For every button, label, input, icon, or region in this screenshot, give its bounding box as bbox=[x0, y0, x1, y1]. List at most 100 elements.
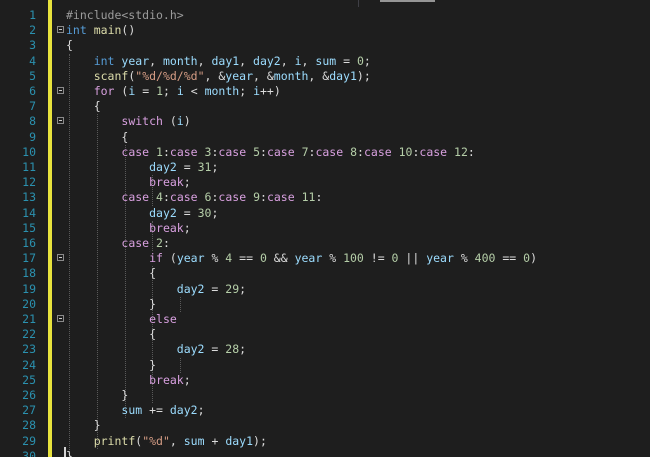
code-line[interactable]: 15 break; bbox=[0, 221, 650, 236]
collapse-toggle-icon[interactable] bbox=[57, 117, 64, 125]
code-token: day2 bbox=[176, 342, 205, 357]
code-line[interactable]: 18 { bbox=[0, 266, 650, 281]
code-line[interactable]: 3{ bbox=[0, 38, 650, 53]
code-token: , bbox=[149, 53, 163, 68]
code-line[interactable]: 27 sum += day2; bbox=[0, 403, 650, 418]
code-line[interactable]: 6 for (i = 1; i < month; i++) bbox=[0, 84, 650, 99]
line-number: 28 bbox=[22, 418, 36, 433]
line-number: 20 bbox=[22, 296, 36, 311]
code-line[interactable]: 5 scanf("%d/%d/%d", &year, &month, &day1… bbox=[0, 69, 650, 84]
code-line[interactable]: 22 { bbox=[0, 327, 650, 342]
code-token: day2 bbox=[176, 281, 205, 296]
line-number: 15 bbox=[22, 220, 36, 235]
code-line[interactable]: 16 case 2: bbox=[0, 236, 650, 251]
code-editor[interactable]: 1 #include<stdio.h> 2 int main() 3{4 int yea… bbox=[0, 0, 650, 457]
code-line[interactable]: 13 case 4:case 6:case 9:case 11: bbox=[0, 190, 650, 205]
code-token: else bbox=[149, 312, 177, 326]
code-token: #include<stdio.h> bbox=[66, 8, 184, 22]
line-number: 19 bbox=[22, 281, 36, 296]
code-token: ; bbox=[183, 220, 191, 235]
code-token: year bbox=[176, 251, 205, 266]
code-line[interactable]: 17 if (year % 4 == 0 && year % 100 != 0 … bbox=[0, 251, 650, 266]
code-token: case bbox=[419, 144, 448, 159]
code-token: 4 bbox=[156, 190, 163, 205]
collapse-toggle-icon[interactable] bbox=[57, 315, 64, 322]
code-text: int main() bbox=[66, 23, 135, 38]
code-text: switch (i) bbox=[66, 114, 190, 129]
code-line[interactable]: 25 break; bbox=[0, 373, 650, 388]
line-number: 21 bbox=[22, 312, 36, 326]
code-text: #include<stdio.h> bbox=[66, 8, 184, 23]
code-token: = bbox=[204, 342, 226, 357]
code-line[interactable]: 28 } bbox=[0, 418, 650, 433]
code-line[interactable]: 1 #include<stdio.h> bbox=[0, 8, 650, 23]
line-number: 9 bbox=[29, 129, 36, 144]
code-token: int bbox=[93, 53, 115, 68]
code-token: { bbox=[93, 99, 101, 114]
code-line[interactable]: 21 else bbox=[0, 312, 650, 327]
code-line[interactable]: 24 } bbox=[0, 358, 650, 373]
splitter-line bbox=[358, 0, 359, 7]
code-line[interactable]: 2 int main() bbox=[0, 23, 650, 38]
line-number: 27 bbox=[22, 403, 36, 418]
code-token: year bbox=[121, 53, 150, 68]
code-token: 100 bbox=[343, 251, 364, 266]
code-line[interactable]: 19 day2 = 29; bbox=[0, 282, 650, 297]
code-token: month bbox=[204, 84, 240, 98]
code-token: 7 bbox=[301, 144, 309, 159]
line-number: 7 bbox=[29, 99, 36, 114]
code-token: ( bbox=[162, 114, 177, 129]
code-line[interactable]: 9 { bbox=[0, 130, 650, 145]
collapse-toggle-icon[interactable] bbox=[57, 87, 64, 94]
code-line[interactable]: 29 printf("%d", sum + day1); bbox=[0, 434, 650, 449]
code-line[interactable]: 20 } bbox=[0, 297, 650, 312]
code-line[interactable]: 14 day2 = 30; bbox=[0, 206, 650, 221]
code-text: day2 = 30; bbox=[66, 206, 218, 221]
line-number: 13 bbox=[22, 190, 36, 205]
code-line[interactable]: 8 switch (i) bbox=[0, 114, 650, 129]
code-token: , bbox=[280, 53, 295, 68]
code-line[interactable]: 7 { bbox=[0, 99, 650, 114]
code-line[interactable]: 23 day2 = 28; bbox=[0, 342, 650, 357]
line-number: 8 bbox=[29, 114, 36, 129]
line-number: 25 bbox=[22, 372, 36, 387]
code-token: 2 bbox=[156, 236, 163, 250]
code-line[interactable]: 4 int year, month, day1, day2, i, sum = … bbox=[0, 54, 650, 69]
code-text: for (i = 1; i < month; i++) bbox=[66, 84, 281, 99]
code-line[interactable]: 10 case 1:case 3:case 5:case 7:case 8:ca… bbox=[0, 145, 650, 160]
code-token: , & bbox=[204, 68, 226, 83]
code-token: case bbox=[315, 144, 344, 159]
code-token: ); bbox=[356, 68, 371, 83]
code-token: = bbox=[204, 281, 226, 296]
code-token: "%d" bbox=[142, 433, 170, 448]
collapse-toggle-icon[interactable] bbox=[57, 26, 64, 34]
code-token: ; bbox=[211, 205, 219, 220]
code-text: { bbox=[66, 130, 128, 145]
code-token: += bbox=[142, 403, 170, 418]
code-token: 31 bbox=[197, 160, 212, 174]
code-token: 9 bbox=[253, 190, 260, 205]
code-token: , & bbox=[308, 68, 330, 83]
code-line[interactable]: 30} bbox=[0, 449, 650, 457]
code-line[interactable]: 11 day2 = 31; bbox=[0, 160, 650, 175]
code-token: != bbox=[363, 251, 392, 266]
line-number: 3 bbox=[29, 38, 36, 53]
code-token: case bbox=[121, 190, 150, 205]
code-line[interactable]: 12 break; bbox=[0, 175, 650, 190]
collapse-toggle-icon[interactable] bbox=[57, 254, 64, 262]
code-line[interactable]: 26 } bbox=[0, 388, 650, 403]
code-token: sum bbox=[121, 403, 143, 418]
code-token: < bbox=[183, 84, 205, 98]
line-number: 22 bbox=[22, 327, 36, 342]
code-token: ; bbox=[183, 372, 191, 387]
